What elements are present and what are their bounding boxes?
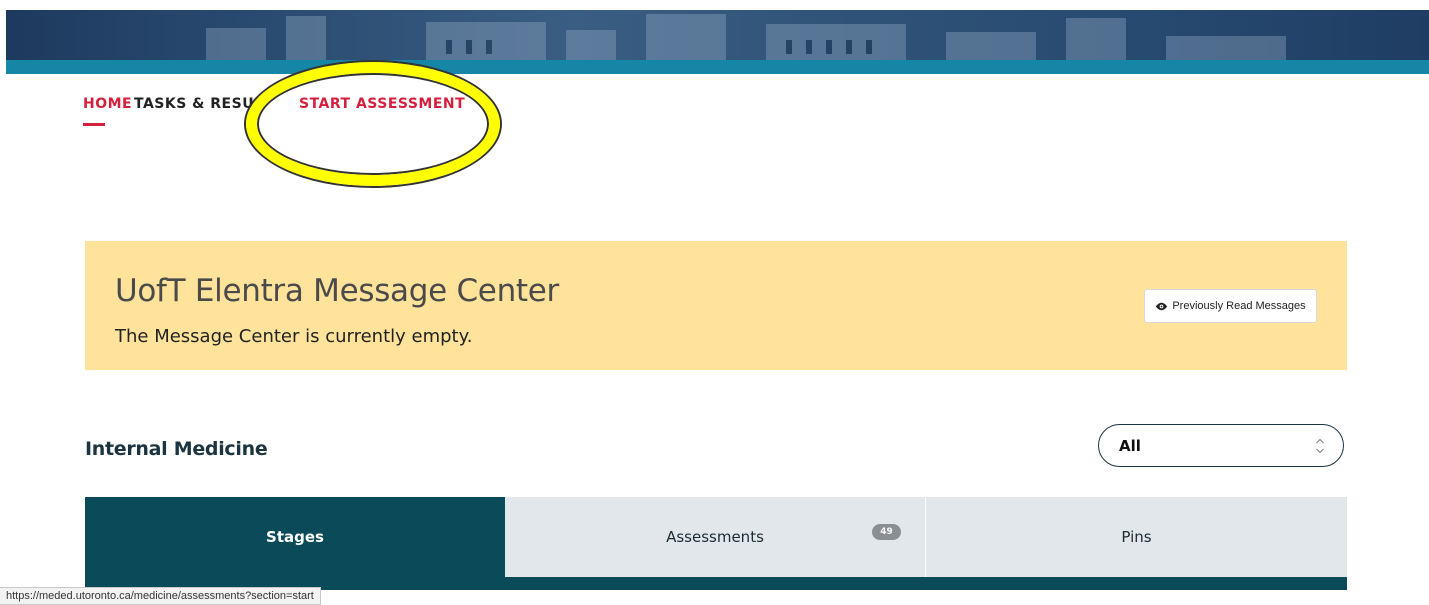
tab-assessments[interactable]: Assessments 49 bbox=[505, 497, 926, 577]
banner-strip bbox=[6, 60, 1429, 74]
message-center: UofT Elentra Message Center The Message … bbox=[85, 241, 1347, 370]
assessments-count-badge: 49 bbox=[872, 524, 901, 540]
nav-start-assessment[interactable]: START ASSESSMENT bbox=[299, 96, 465, 112]
message-center-title: UofT Elentra Message Center bbox=[115, 273, 559, 309]
chevron-up-down-icon bbox=[1316, 438, 1324, 454]
view-tabs: Stages Assessments 49 Pins bbox=[85, 497, 1347, 577]
tab-stages[interactable]: Stages bbox=[85, 497, 505, 577]
header-banner bbox=[6, 10, 1429, 74]
message-center-empty-text: The Message Center is currently empty. bbox=[115, 326, 473, 347]
section-title: Internal Medicine bbox=[85, 438, 268, 460]
nav-home[interactable]: HOME bbox=[83, 96, 132, 112]
previously-read-messages-button[interactable]: Previously Read Messages bbox=[1144, 289, 1317, 323]
tab-stages-label: Stages bbox=[266, 528, 324, 546]
stage-filter-select[interactable]: All bbox=[1098, 424, 1344, 467]
stage-filter-value: All bbox=[1119, 436, 1141, 455]
tab-pins[interactable]: Pins bbox=[926, 497, 1347, 577]
tab-assessments-label: Assessments bbox=[666, 528, 764, 546]
tab-pins-label: Pins bbox=[1121, 528, 1152, 546]
nav-home-active-indicator bbox=[83, 123, 105, 126]
previously-read-messages-label: Previously Read Messages bbox=[1172, 300, 1306, 312]
status-bar-url: https://meded.utoronto.ca/medicine/asses… bbox=[0, 587, 321, 605]
nav-tasks-results[interactable]: TASKS & RESULTS bbox=[134, 96, 262, 112]
highlight-annotation-ellipse bbox=[246, 62, 500, 186]
eye-icon bbox=[1156, 302, 1168, 310]
